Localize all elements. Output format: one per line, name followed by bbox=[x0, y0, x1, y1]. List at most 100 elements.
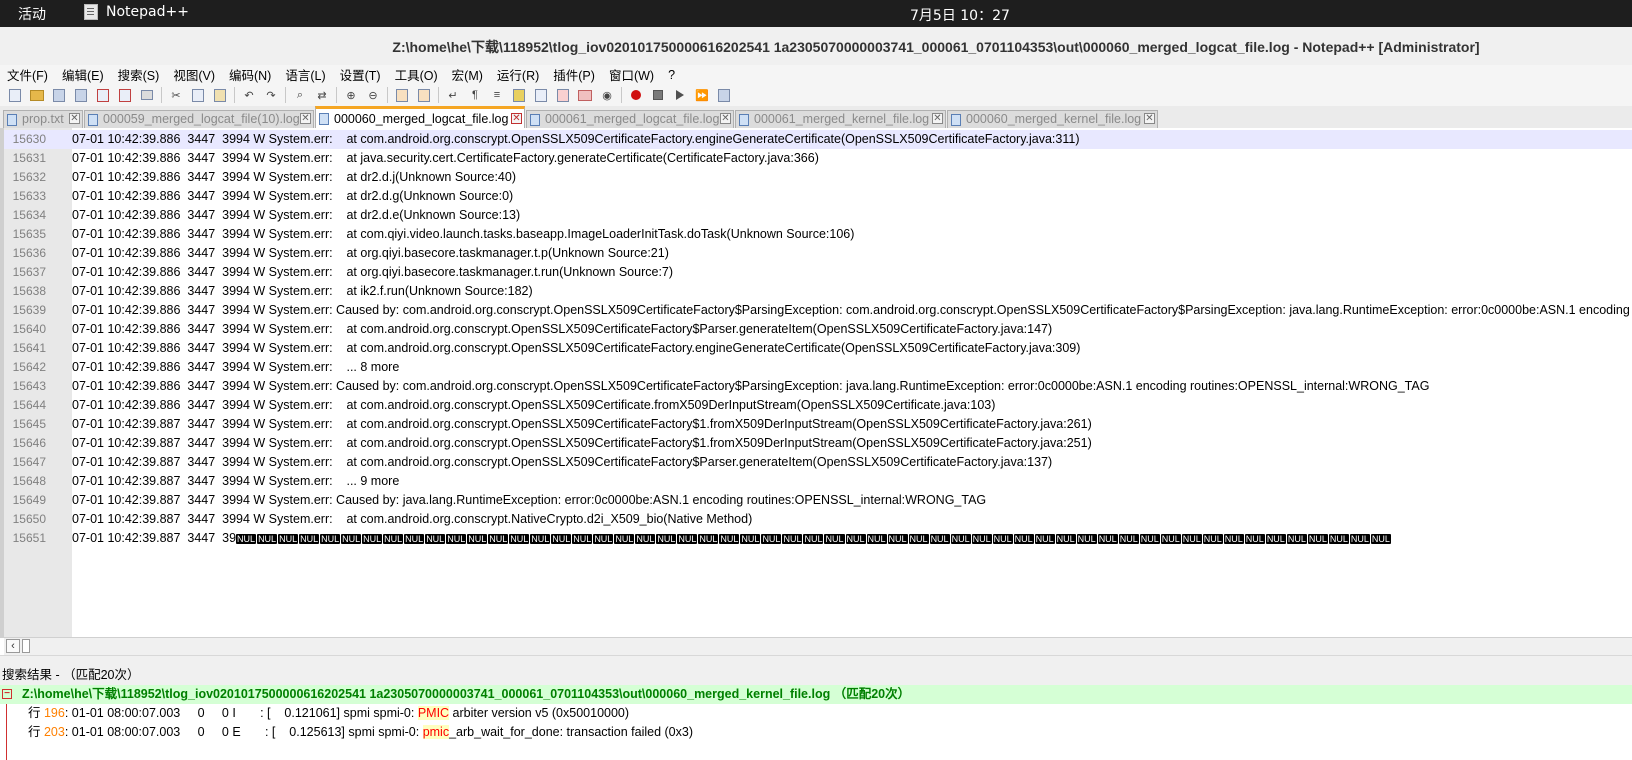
show-all-chars-icon[interactable]: ¶ bbox=[467, 87, 483, 103]
find-icon[interactable]: ⌕ bbox=[292, 87, 308, 103]
menu-settings[interactable]: 设置(T) bbox=[333, 65, 388, 84]
doc-map-icon[interactable] bbox=[533, 87, 549, 103]
replace-icon[interactable]: ⇄ bbox=[314, 87, 330, 103]
save-macro-icon[interactable] bbox=[716, 87, 732, 103]
save-icon[interactable] bbox=[51, 87, 67, 103]
record-macro-icon[interactable] bbox=[628, 87, 644, 103]
close-tab-icon[interactable]: ✕ bbox=[300, 113, 311, 124]
editor-line[interactable]: 15632 07-01 10:42:39.886 3447 3994 W Syst… bbox=[4, 168, 1632, 187]
menu-file[interactable]: 文件(F) bbox=[0, 65, 55, 84]
editor-line[interactable]: 15635 07-01 10:42:39.886 3447 3994 W Syst… bbox=[4, 225, 1632, 244]
editor-line[interactable]: 15633 07-01 10:42:39.886 3447 3994 W Syst… bbox=[4, 187, 1632, 206]
search-result-row[interactable]: 行 203: 01-01 08:00:07.003 0 0 E : [ 0.12… bbox=[0, 723, 1632, 742]
menu-run[interactable]: 运行(R) bbox=[490, 65, 546, 84]
tab-000060-logcat[interactable]: 000060_merged_logcat_file.log ✕ bbox=[315, 106, 525, 129]
tab-000061-logcat[interactable]: 000061_merged_logcat_file.log ✕ bbox=[526, 110, 734, 128]
stop-macro-icon[interactable] bbox=[650, 87, 666, 103]
editor-line[interactable]: 15641 07-01 10:42:39.886 3447 3994 W Syst… bbox=[4, 339, 1632, 358]
line-text: 07-01 10:42:39.886 3447 3994 W System.er… bbox=[72, 244, 669, 263]
menu-macro[interactable]: 宏(M) bbox=[445, 65, 490, 84]
tab-000059-logcat[interactable]: 000059_merged_logcat_file(10).log ✕ bbox=[84, 110, 314, 128]
play-macro-icon[interactable] bbox=[672, 87, 688, 103]
print-icon[interactable] bbox=[139, 87, 155, 103]
save-all-icon[interactable] bbox=[73, 87, 89, 103]
editor-line[interactable]: 15645 07-01 10:42:39.887 3447 3994 W Syst… bbox=[4, 415, 1632, 434]
open-file-icon[interactable] bbox=[29, 87, 45, 103]
sync-scroll-h-icon[interactable] bbox=[416, 87, 432, 103]
close-file-icon[interactable] bbox=[95, 87, 111, 103]
menu-help[interactable]: ? bbox=[661, 68, 682, 82]
menu-search[interactable]: 搜索(S) bbox=[111, 65, 167, 84]
search-result-row[interactable]: 行 196: 01-01 08:00:07.003 0 0 I : [ 0.12… bbox=[0, 704, 1632, 723]
search-result-file[interactable]: − Z:\home\he\下载\118952\tlog_iov020101750… bbox=[0, 685, 1632, 704]
editor-text-area[interactable]: 15630 07-01 10:42:39.886 3447 3994 W Syst… bbox=[4, 130, 1632, 548]
nul-char-marker: NUL bbox=[425, 534, 446, 544]
app-menu[interactable]: Notepad++ bbox=[84, 4, 189, 20]
redo-icon[interactable]: ↷ bbox=[263, 87, 279, 103]
nul-char-marker: NUL bbox=[1328, 534, 1349, 544]
nul-char-marker: NUL bbox=[698, 534, 719, 544]
editor-line[interactable]: 15648 07-01 10:42:39.887 3447 3994 W Syst… bbox=[4, 472, 1632, 491]
editor-line[interactable]: 15638 07-01 10:42:39.886 3447 3994 W Syst… bbox=[4, 282, 1632, 301]
editor-line[interactable]: 15636 07-01 10:42:39.886 3447 3994 W Syst… bbox=[4, 244, 1632, 263]
run-macro-multiple-icon[interactable]: ⏩ bbox=[694, 87, 710, 103]
activities-button[interactable]: 活动 bbox=[18, 4, 46, 24]
zoom-out-icon[interactable]: ⊖ bbox=[365, 87, 381, 103]
copy-icon[interactable] bbox=[190, 87, 206, 103]
tab-000061-kernel[interactable]: 000061_merged_kernel_file.log ✕ bbox=[735, 110, 946, 128]
scroll-left-icon[interactable]: ‹ bbox=[6, 639, 20, 653]
cut-icon[interactable]: ✂ bbox=[168, 87, 184, 103]
monitoring-icon[interactable]: ◉ bbox=[599, 87, 615, 103]
menu-window[interactable]: 窗口(W) bbox=[602, 65, 661, 84]
editor-line[interactable]: 15644 07-01 10:42:39.886 3447 3994 W Syst… bbox=[4, 396, 1632, 415]
menu-plugins[interactable]: 插件(P) bbox=[546, 65, 602, 84]
match-context-after: arbiter version v5 (0x50010000) bbox=[449, 706, 630, 720]
paste-icon[interactable] bbox=[212, 87, 228, 103]
folder-workspace-icon[interactable] bbox=[577, 87, 593, 103]
new-file-icon[interactable] bbox=[7, 87, 23, 103]
editor-line[interactable]: 15637 07-01 10:42:39.886 3447 3994 W Syst… bbox=[4, 263, 1632, 282]
scrollbar-thumb[interactable] bbox=[22, 639, 30, 653]
window-title-bar[interactable]: Z:\home\he\下载\118952\tlog_iov02010175000… bbox=[0, 27, 1632, 66]
menu-tools[interactable]: 工具(O) bbox=[388, 65, 445, 84]
editor-line[interactable]: 15630 07-01 10:42:39.886 3447 3994 W Syst… bbox=[4, 130, 1632, 149]
tab-000060-kernel[interactable]: 000060_merged_kernel_file.log ✕ bbox=[947, 110, 1158, 128]
search-results-panel[interactable]: − Z:\home\he\下载\118952\tlog_iov020101750… bbox=[0, 685, 1632, 759]
menu-edit[interactable]: 编辑(E) bbox=[55, 65, 111, 84]
editor-line[interactable]: 15631 07-01 10:42:39.886 3447 3994 W Syst… bbox=[4, 149, 1632, 168]
close-tab-icon[interactable]: ✕ bbox=[511, 113, 522, 124]
line-text-content: 07-01 10:42:39.886 3447 3994 W System.er… bbox=[72, 360, 400, 374]
tab-prop-txt[interactable]: prop.txt ✕ bbox=[3, 110, 83, 128]
editor-line[interactable]: 15649 07-01 10:42:39.887 3447 3994 W Syst… bbox=[4, 491, 1632, 510]
nul-char-marker: NUL bbox=[572, 534, 593, 544]
horizontal-scrollbar[interactable]: ‹ bbox=[4, 637, 1632, 655]
editor-line[interactable]: 15640 07-01 10:42:39.886 3447 3994 W Syst… bbox=[4, 320, 1632, 339]
collapse-icon[interactable]: − bbox=[2, 689, 12, 699]
menu-language[interactable]: 语言(L) bbox=[278, 65, 332, 84]
close-tab-icon[interactable]: ✕ bbox=[69, 113, 80, 124]
menu-encoding[interactable]: 编码(N) bbox=[222, 65, 278, 84]
close-tab-icon[interactable]: ✕ bbox=[1144, 113, 1155, 124]
word-wrap-icon[interactable]: ↵ bbox=[445, 87, 461, 103]
close-tab-icon[interactable]: ✕ bbox=[932, 113, 943, 124]
udl-icon[interactable] bbox=[511, 87, 527, 103]
editor-line[interactable]: 15651 07-01 10:42:39.887 3447 39NUL NUL NUL… bbox=[4, 529, 1632, 548]
undo-icon[interactable]: ↶ bbox=[241, 87, 257, 103]
sync-scroll-v-icon[interactable] bbox=[394, 87, 410, 103]
zoom-in-icon[interactable]: ⊕ bbox=[343, 87, 359, 103]
indent-guide-icon[interactable]: ≡ bbox=[489, 87, 505, 103]
editor-line[interactable]: 15643 07-01 10:42:39.886 3447 3994 W Syst… bbox=[4, 377, 1632, 396]
clock[interactable]: 7月5日 10：27 bbox=[910, 5, 1010, 25]
editor-line[interactable]: 15646 07-01 10:42:39.887 3447 3994 W Syst… bbox=[4, 434, 1632, 453]
editor-line[interactable]: 15647 07-01 10:42:39.887 3447 3994 W Syst… bbox=[4, 453, 1632, 472]
close-all-icon[interactable] bbox=[117, 87, 133, 103]
editor-line[interactable]: 15634 07-01 10:42:39.886 3447 3994 W Syst… bbox=[4, 206, 1632, 225]
editor-line[interactable]: 15642 07-01 10:42:39.886 3447 3994 W Syst… bbox=[4, 358, 1632, 377]
editor-line[interactable]: 15650 07-01 10:42:39.887 3447 3994 W Syst… bbox=[4, 510, 1632, 529]
editor-line[interactable]: 15639 07-01 10:42:39.886 3447 3994 W Syst… bbox=[4, 301, 1632, 320]
function-list-icon[interactable] bbox=[555, 87, 571, 103]
close-tab-icon[interactable]: ✕ bbox=[720, 113, 731, 124]
search-results-header: 搜索结果 - （匹配20次） bbox=[0, 667, 1632, 685]
editor-pane[interactable]: 15630 07-01 10:42:39.886 3447 3994 W Syst… bbox=[0, 128, 1632, 638]
menu-view[interactable]: 视图(V) bbox=[166, 65, 222, 84]
